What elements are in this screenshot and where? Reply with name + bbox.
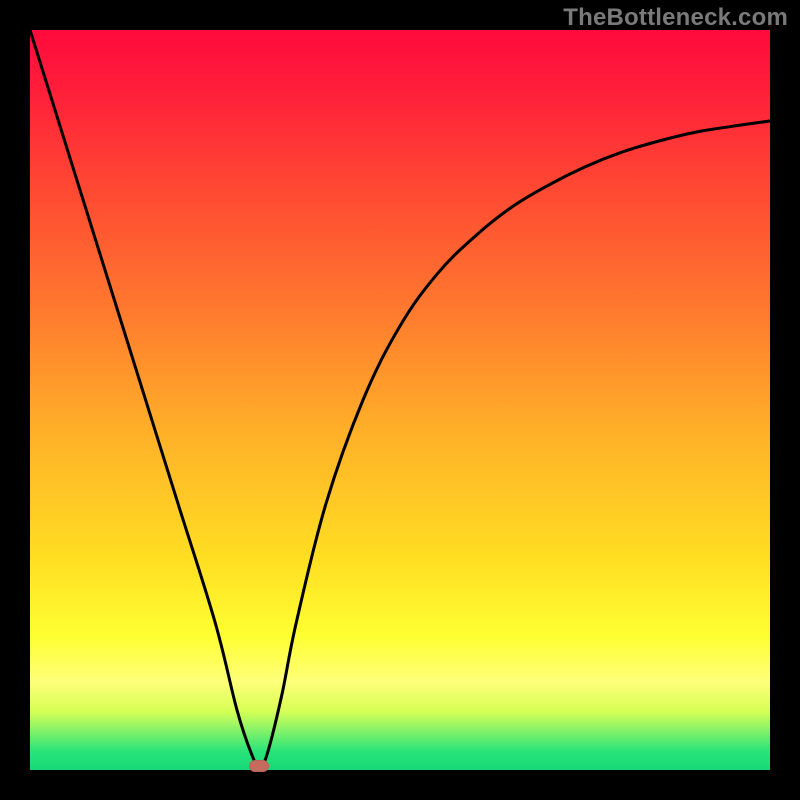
optimal-point-marker: [249, 760, 269, 772]
watermark-label: TheBottleneck.com: [563, 4, 788, 32]
plot-area: [30, 30, 770, 770]
chart-frame: TheBottleneck.com: [0, 0, 800, 800]
bottleneck-curve: [30, 30, 770, 770]
curve-path: [30, 30, 770, 766]
